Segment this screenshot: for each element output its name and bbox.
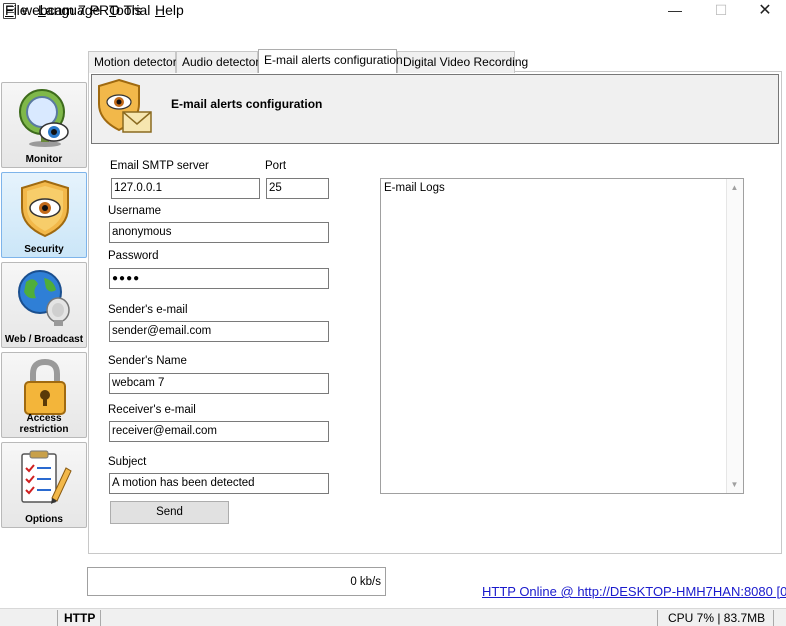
tab-motion-detector[interactable]: Motion detector	[88, 51, 177, 73]
tab-audio-detector[interactable]: Audio detector	[176, 51, 259, 73]
subject-input[interactable]: A motion has been detected	[109, 473, 329, 494]
username-label: Username	[108, 205, 162, 217]
send-button[interactable]: Send	[110, 501, 229, 524]
port-input[interactable]: 25	[266, 178, 329, 199]
status-divider	[657, 610, 658, 626]
subject-label: Subject	[108, 456, 147, 468]
username-input[interactable]: anonymous	[109, 222, 329, 243]
sidebar-item-monitor[interactable]: Monitor	[1, 82, 87, 168]
http-status-link[interactable]: HTTP Online @ http://DESKTOP-HMH7HAN:808…	[482, 584, 786, 599]
bandwidth-rate: 0 kb/s	[350, 576, 381, 588]
menu-help[interactable]: Help	[155, 2, 184, 18]
sidebar-item-label: Options	[25, 514, 63, 525]
email-logs-text: E-mail Logs	[384, 182, 445, 194]
password-input[interactable]: ●●●●	[109, 268, 329, 289]
status-divider	[100, 610, 101, 626]
tab-digital-video-recording[interactable]: Digital Video Recording	[397, 51, 528, 73]
logs-scrollbar[interactable]	[726, 179, 743, 493]
smtp-server-input[interactable]: 127.0.0.1	[111, 178, 260, 199]
sidebar-item-label: Access restriction	[19, 413, 69, 435]
sidebar-item-options[interactable]: Options	[1, 442, 87, 528]
receiver-email-input[interactable]: receiver@email.com	[109, 421, 329, 442]
checklist-pencil-icon	[21, 450, 72, 504]
sidebar-item-label: Security	[24, 244, 64, 255]
receiver-email-label: Receiver's e-mail	[108, 404, 196, 416]
webcam-eye-icon	[19, 89, 69, 147]
menu-language[interactable]: Language	[38, 2, 100, 18]
email-logs-box[interactable]	[380, 178, 744, 494]
sender-email-label: Sender's e-mail	[108, 304, 188, 316]
sidebar-item-access-restriction[interactable]: Access restriction	[1, 352, 87, 438]
eye-shield-icon	[21, 179, 69, 238]
status-divider	[57, 610, 58, 626]
minimize-button[interactable]: —	[652, 0, 698, 22]
shield-envelope-icon	[98, 78, 152, 133]
status-http: HTTP	[64, 611, 96, 625]
smtp-label: Email SMTP server	[110, 160, 209, 172]
sidebar-item-label: Web / Broadcast	[4, 334, 84, 345]
sidebar-item-security[interactable]: Security	[1, 172, 87, 258]
globe-dish-icon	[18, 270, 70, 326]
sidebar-item-web-broadcast[interactable]: Web / Broadcast	[1, 262, 87, 348]
scroll-down-icon[interactable]: ▼	[726, 480, 743, 489]
sender-name-label: Sender's Name	[108, 355, 187, 367]
padlock-icon	[24, 358, 66, 415]
sidebar-item-label: Monitor	[25, 154, 63, 165]
port-label: Port	[265, 160, 287, 172]
tab-email-alerts[interactable]: E-mail alerts configuration	[258, 49, 403, 73]
sender-email-input[interactable]: sender@email.com	[109, 321, 329, 342]
close-button[interactable]: ✕	[742, 0, 786, 22]
password-label: Password	[108, 250, 159, 262]
maximize-button[interactable]: ☐	[698, 0, 744, 22]
menu-tools[interactable]: Tools	[109, 2, 142, 18]
panel-title: E-mail alerts configuration	[171, 97, 323, 111]
sender-name-input[interactable]: webcam 7	[109, 373, 329, 394]
scroll-up-icon[interactable]: ▲	[726, 183, 743, 192]
menu-file[interactable]: File	[5, 2, 28, 18]
menu-bar	[0, 22, 786, 42]
status-cpu-memory: CPU 7% | 83.7MB	[668, 611, 766, 625]
status-divider	[773, 610, 774, 626]
